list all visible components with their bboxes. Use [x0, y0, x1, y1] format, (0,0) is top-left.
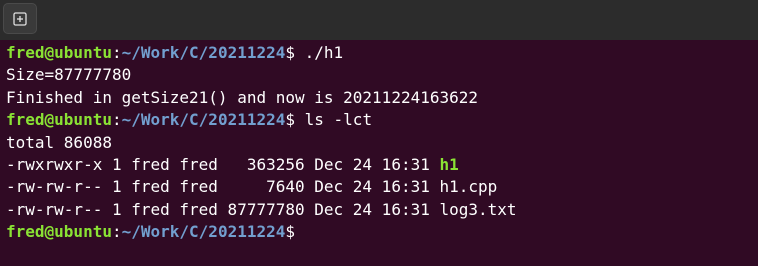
- prompt-symbol: $: [285, 110, 305, 130]
- prompt-line: fred@ubuntu:~/Work/C/20211224$ ./h1: [6, 42, 758, 64]
- prompt-path: ~/Work/C/20211224: [121, 222, 286, 242]
- prompt-line: fred@ubuntu:~/Work/C/20211224$: [6, 221, 758, 243]
- plus-in-square-icon: [13, 11, 27, 26]
- terminal-output[interactable]: fred@ubuntu:~/Work/C/20211224$ ./h1 Size=…: [6, 42, 758, 244]
- file-meta: -rw-rw-r-- 1 fred fred 87777780 Dec 24 1…: [6, 199, 440, 219]
- prompt-user-host: fred@ubuntu: [6, 110, 112, 130]
- prompt-symbol: $: [285, 222, 305, 242]
- command-text: ./h1: [304, 43, 344, 62]
- prompt-colon: :: [111, 110, 122, 130]
- prompt-line: fred@ubuntu:~/Work/C/20211224$ ls -lct: [6, 109, 758, 131]
- file-listing-row: -rw-rw-r-- 1 fred fred 7640 Dec 24 16:31…: [6, 176, 758, 198]
- command-text: ls -lct: [304, 110, 373, 130]
- output-text: Finished in getSize21() and now is 20211…: [6, 87, 479, 107]
- file-name: log3.txt: [439, 199, 517, 219]
- file-listing-row: -rw-rw-r-- 1 fred fred 87777780 Dec 24 1…: [6, 199, 758, 221]
- output-line: Finished in getSize21() and now is 20211…: [6, 87, 758, 109]
- prompt-colon: :: [111, 43, 122, 62]
- prompt-user-host: fred@ubuntu: [6, 43, 112, 62]
- new-tab-button[interactable]: [3, 3, 37, 34]
- prompt-user-host: fred@ubuntu: [6, 222, 112, 242]
- file-meta: -rwxrwxr-x 1 fred fred 363256 Dec 24 16:…: [6, 154, 440, 174]
- prompt-symbol: $: [285, 43, 305, 62]
- output-text: total 86088: [6, 132, 112, 152]
- prompt-path: ~/Work/C/20211224: [121, 110, 286, 130]
- prompt-colon: :: [111, 222, 122, 242]
- prompt-path: ~/Work/C/20211224: [121, 43, 286, 62]
- file-listing-row: -rwxrwxr-x 1 fred fred 363256 Dec 24 16:…: [6, 154, 758, 176]
- file-name: h1.cpp: [439, 177, 498, 197]
- file-meta: -rw-rw-r-- 1 fred fred 7640 Dec 24 16:31: [6, 177, 440, 197]
- file-name: h1: [439, 154, 459, 174]
- text-cursor: [305, 223, 314, 240]
- output-text: Size=87777780: [6, 65, 132, 85]
- output-line: Size=87777780: [6, 64, 758, 86]
- terminal-header-bar: [0, 0, 758, 40]
- output-line: total 86088: [6, 132, 758, 154]
